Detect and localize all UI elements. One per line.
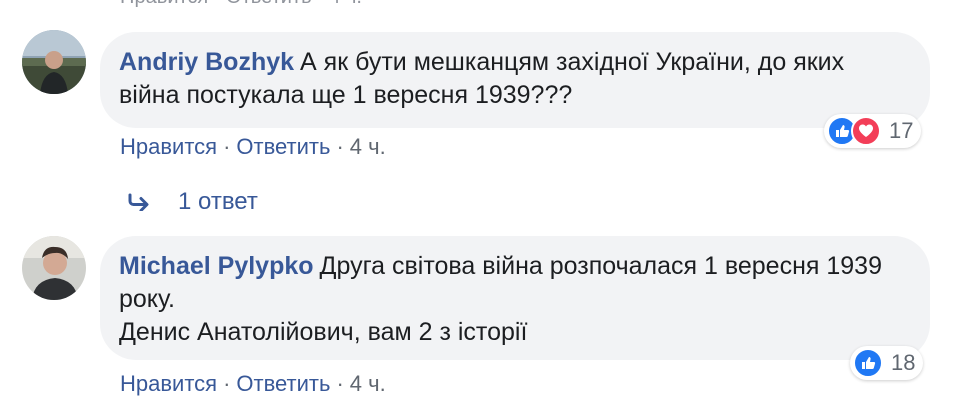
comment-author[interactable]: Michael Pylypko: [119, 252, 314, 280]
comment-actions: Нравится · Ответить · 4 ч.: [120, 371, 386, 397]
timestamp[interactable]: 4 ч.: [350, 371, 386, 396]
avatar-photo-icon: [22, 236, 86, 300]
comment-bubble: Andriy Bozhyk А як бути мешканцям західно…: [100, 32, 930, 128]
comment-bubble: Michael Pylypko Друга світова війна розпо…: [100, 236, 930, 360]
separator: ·: [336, 134, 344, 159]
reactions-count: 18: [891, 350, 916, 375]
reactions-summary[interactable]: 17: [824, 114, 922, 148]
reactions-count: 17: [889, 118, 914, 143]
avatar[interactable]: [22, 30, 86, 94]
comment-actions: Нравится · Ответить · 4 ч.: [120, 134, 386, 160]
separator: ·: [223, 371, 231, 396]
timestamp[interactable]: 4 ч.: [350, 134, 386, 159]
avatar-photo-icon: [22, 30, 86, 94]
love-icon: [851, 116, 881, 146]
reactions-summary[interactable]: 18: [850, 346, 924, 380]
avatar[interactable]: [22, 236, 86, 300]
separator: ·: [336, 371, 344, 396]
comment-author[interactable]: Andriy Bozhyk: [119, 48, 294, 76]
like-icon: [853, 348, 883, 378]
previous-comment-actions: Нравится · Ответить · 4 ч.: [120, 0, 362, 9]
reply-button[interactable]: Ответить: [236, 371, 330, 396]
replies-count-label[interactable]: 1 ответ: [178, 188, 258, 216]
view-replies-link[interactable]: 1 ответ: [128, 188, 258, 216]
reply-arrow-icon: [128, 193, 149, 211]
like-button[interactable]: Нравится: [120, 371, 217, 396]
separator: ·: [223, 134, 231, 159]
like-button[interactable]: Нравится: [120, 134, 217, 159]
reply-button[interactable]: Ответить: [236, 134, 330, 159]
